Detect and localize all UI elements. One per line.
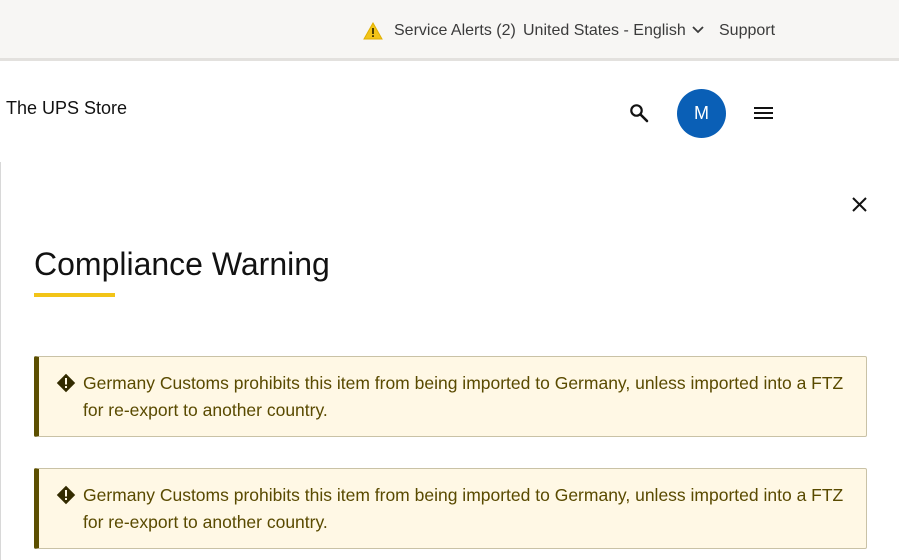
exclamation-diamond-icon (56, 485, 76, 505)
hamburger-menu-icon[interactable] (754, 106, 773, 120)
modal-left-edge (0, 162, 1, 560)
warning-triangle-icon[interactable] (363, 22, 383, 40)
compliance-warning-alert: Germany Customs prohibits this item from… (34, 468, 867, 549)
compliance-warning-alert: Germany Customs prohibits this item from… (34, 356, 867, 437)
title-accent-underline (34, 293, 115, 297)
locale-selector[interactable]: United States - English (523, 19, 686, 43)
service-alerts-link[interactable]: Service Alerts (2) (394, 19, 516, 43)
close-icon[interactable] (851, 196, 868, 213)
modal-title: Compliance Warning (34, 246, 330, 282)
warning-message: Germany Customs prohibits this item from… (83, 373, 844, 420)
support-link[interactable]: Support (719, 19, 775, 43)
site-header: The UPS Store M (0, 64, 899, 160)
user-avatar[interactable]: M (677, 89, 726, 138)
utility-bar: Service Alerts (2) United States - Engli… (0, 0, 899, 61)
brand-logo-text[interactable]: The UPS Store (6, 97, 127, 119)
search-icon[interactable] (629, 103, 649, 123)
chevron-down-icon[interactable] (691, 25, 705, 35)
warning-message: Germany Customs prohibits this item from… (83, 485, 844, 532)
exclamation-diamond-icon (56, 373, 76, 393)
